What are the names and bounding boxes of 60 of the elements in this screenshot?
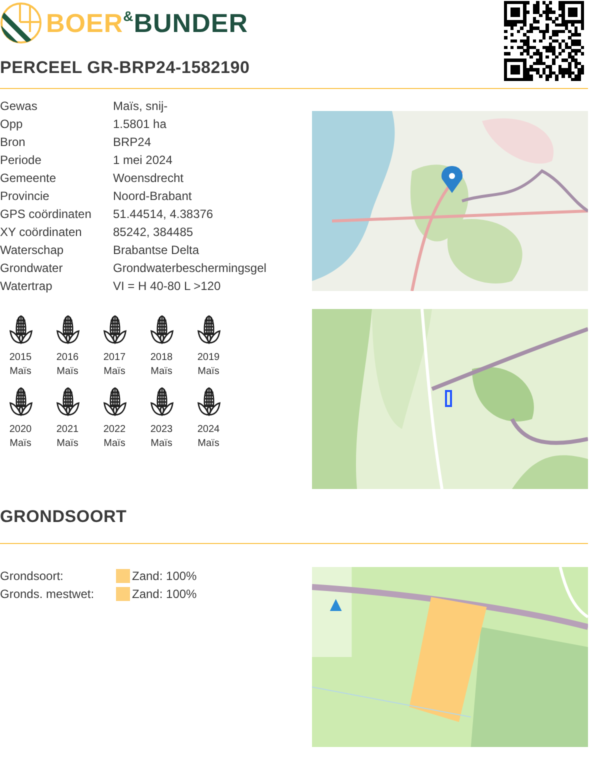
crop-name: Maïs (10, 437, 32, 451)
detail-label: Provincie (0, 188, 50, 205)
detail-value: Maïs, snij- (113, 98, 169, 115)
detail-label: Watertrap (0, 278, 54, 295)
crop-name: Maïs (10, 365, 32, 379)
detail-label: Periode (0, 152, 42, 169)
detail-value: Grondwaterbeschermingsgel (113, 260, 268, 277)
detail-label: Waterschap (0, 242, 65, 259)
detail-value: Brabantse Delta (113, 242, 200, 259)
page-title: PERCEEL GR-BRP24-1582190 (0, 58, 250, 78)
corn-icon (54, 387, 80, 417)
crop-year: 2021 (56, 423, 79, 437)
crop-name: Maïs (150, 365, 172, 379)
detail-value: 51.44514, 4.38376 (113, 206, 214, 223)
crop-year: 2024 (197, 423, 220, 437)
soil-label: Grondsoort: (0, 568, 64, 585)
detail-label: Gewas (0, 98, 38, 115)
soil-value: Zand: 100% (132, 568, 197, 585)
crop-name: Maïs (104, 365, 126, 379)
section-title: GRONDSOORT (0, 507, 128, 527)
detail-label: GPS coördinaten (0, 206, 92, 223)
corn-icon (102, 387, 128, 417)
corn-icon (8, 387, 34, 417)
brand-name: BOER&BUNDER (46, 8, 248, 38)
corn-icon (54, 315, 80, 345)
detail-value: BRP24 (113, 134, 152, 151)
detail-label: XY coördinaten (0, 224, 83, 241)
detail-label: Grondwater (0, 260, 64, 277)
detail-label: Opp (0, 116, 24, 133)
detail-value: VI = H 40-80 L >120 (113, 278, 222, 295)
crop-year: 2018 (150, 351, 173, 365)
detail-value: Noord-Brabant (113, 188, 193, 205)
corn-icon (196, 315, 222, 345)
crop-name: Maïs (104, 437, 126, 451)
corn-icon (102, 315, 128, 345)
crop-year: 2020 (9, 423, 32, 437)
detail-value: 85242, 384485 (113, 224, 194, 241)
corn-icon (148, 315, 174, 345)
corn-icon (8, 315, 34, 345)
crop-year: 2022 (103, 423, 126, 437)
crop-name: Maïs (198, 365, 220, 379)
detail-value: 1.5801 ha (113, 116, 168, 133)
detail-label: Bron (0, 134, 26, 151)
crop-year: 2017 (103, 351, 126, 365)
detail-value: Woensdrecht (113, 170, 184, 187)
corn-icon (196, 387, 222, 417)
crop-name: Maïs (56, 437, 78, 451)
crop-name: Maïs (150, 437, 172, 451)
logo-icon (0, 2, 42, 44)
crop-name: Maïs (198, 437, 220, 451)
crop-name: Maïs (56, 365, 78, 379)
crop-year: 2016 (56, 351, 79, 365)
detail-value: 1 mei 2024 (113, 152, 174, 169)
corn-icon (148, 387, 174, 417)
crop-year: 2015 (9, 351, 32, 365)
detail-label: Gemeente (0, 170, 58, 187)
soil-value: Zand: 100% (132, 586, 197, 603)
crop-year: 2023 (150, 423, 173, 437)
crop-year: 2019 (197, 351, 220, 365)
soil-label: Gronds. mestwet: (0, 586, 96, 603)
